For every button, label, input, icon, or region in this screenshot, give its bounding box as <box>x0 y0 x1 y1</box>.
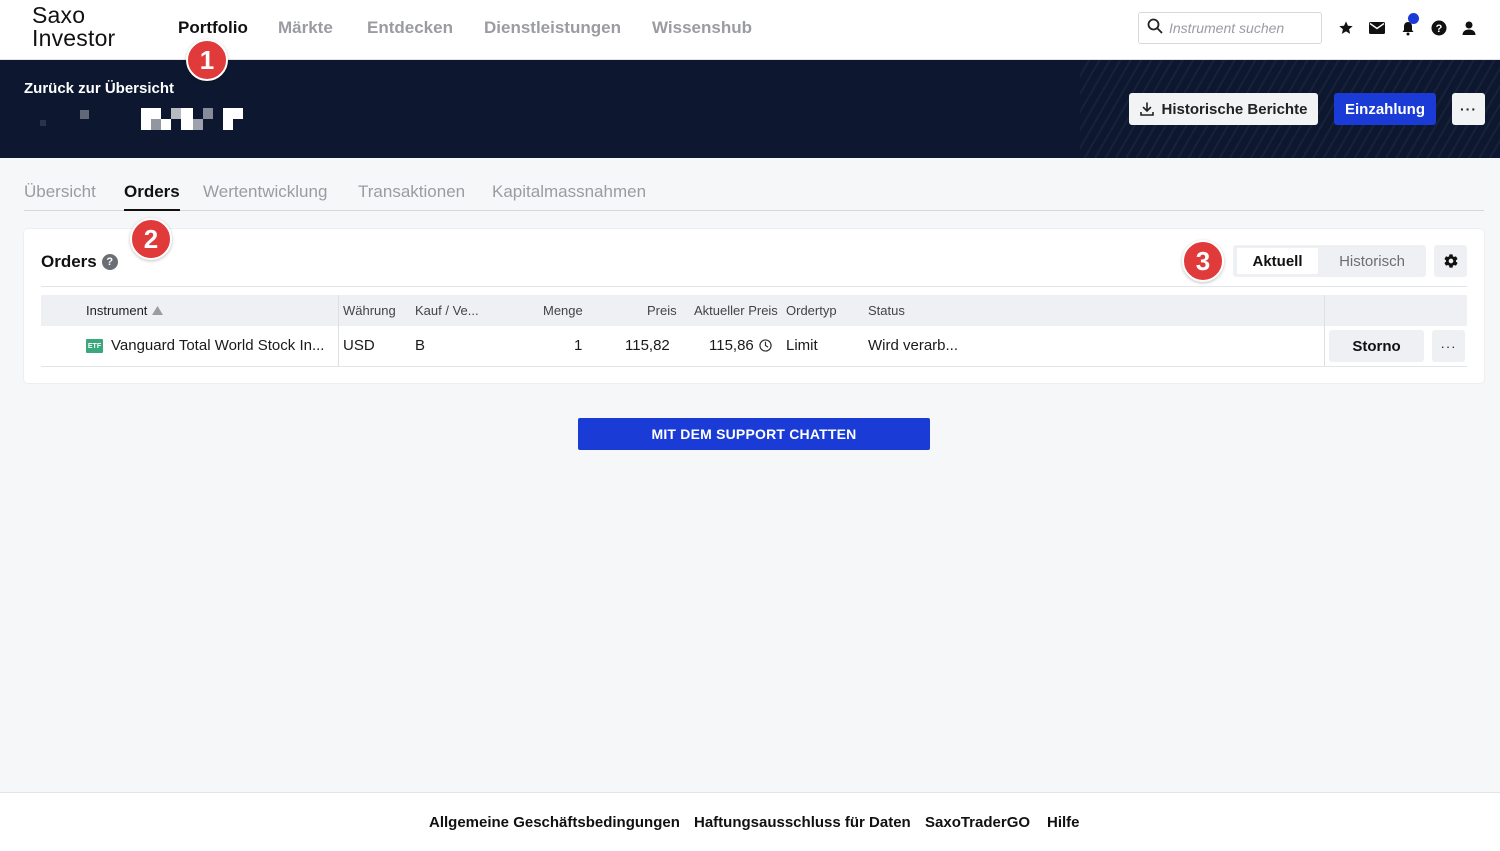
tab-orders[interactable]: Orders <box>124 182 180 211</box>
gear-icon[interactable] <box>1434 245 1467 277</box>
etf-badge-icon: ETF <box>86 339 103 354</box>
col-side[interactable]: Kauf / Ve... <box>415 303 479 318</box>
current-price-value: 115,86 <box>709 337 754 354</box>
notification-icon[interactable] <box>1399 13 1419 37</box>
orders-table-header: Instrument Währung Kauf / Ve... Menge Pr… <box>41 295 1467 367</box>
cell-quantity: 1 <box>574 337 583 354</box>
nav-dienstleistungen[interactable]: Dienstleistungen <box>484 18 621 38</box>
orders-view-toggle: Aktuell Historisch <box>1233 245 1426 277</box>
user-icon[interactable] <box>1460 19 1478 37</box>
cell-current-price: 115,86 <box>709 337 772 354</box>
cell-price: 115,82 <box>625 337 670 354</box>
orders-help-icon[interactable]: ? <box>101 254 118 270</box>
star-icon[interactable] <box>1337 19 1355 37</box>
cell-order-type: Limit <box>786 337 818 354</box>
orders-title-text: Orders <box>41 252 97 271</box>
toggle-aktuell[interactable]: Aktuell <box>1237 248 1318 274</box>
annotation-badge-2: 2 <box>130 218 172 260</box>
table-row[interactable]: ETF Vanguard Total World Stock In... USD … <box>41 326 1467 367</box>
brand-logo[interactable]: Saxo Investor <box>32 4 115 50</box>
tab-uebersicht[interactable]: Übersicht <box>24 182 96 211</box>
instrument-name: Vanguard Total World Stock In... <box>111 337 325 354</box>
col-price[interactable]: Preis <box>647 303 677 318</box>
nav-entdecken[interactable]: Entdecken <box>367 18 453 38</box>
account-header: Zurück zur Übersicht Historische Bericht… <box>0 60 1500 158</box>
clock-icon <box>759 339 772 352</box>
more-options-button[interactable]: ··· <box>1452 93 1485 125</box>
col-status[interactable]: Status <box>868 303 905 318</box>
sort-asc-icon <box>152 306 164 315</box>
nav-maerkte[interactable]: Märkte <box>278 18 333 38</box>
brand-line1: Saxo <box>32 2 86 28</box>
col-current-price[interactable]: Aktueller Preis <box>694 303 778 318</box>
svg-text:?: ? <box>1436 23 1443 35</box>
col-order-type[interactable]: Ordertyp <box>786 303 837 318</box>
cancel-order-button[interactable]: Storno <box>1329 330 1424 362</box>
col-instrument[interactable]: Instrument <box>86 303 164 318</box>
row-more-options-button[interactable]: ··· <box>1432 330 1465 362</box>
tab-wertentwicklung[interactable]: Wertentwicklung <box>203 182 327 211</box>
orders-title: Orders ? <box>41 252 118 272</box>
back-to-overview-link[interactable]: Zurück zur Übersicht <box>24 80 174 97</box>
help-icon[interactable]: ? <box>1430 19 1448 37</box>
annotation-badge-1: 1 <box>186 39 228 81</box>
footer: Allgemeine Geschäftsbedingungen Haftungs… <box>0 792 1500 851</box>
cell-status: Wird verarb... <box>868 337 959 354</box>
historical-reports-label: Historische Berichte <box>1161 100 1308 118</box>
download-icon <box>1139 102 1154 116</box>
cell-currency: USD <box>343 337 375 354</box>
footer-link-hilfe[interactable]: Hilfe <box>1047 814 1080 831</box>
support-chat-button[interactable]: MIT DEM SUPPORT CHATTEN <box>578 418 930 450</box>
footer-link-saxotradergo[interactable]: SaxoTraderGO <box>925 814 1030 831</box>
col-quantity[interactable]: Menge <box>543 303 583 318</box>
nav-wissenshub[interactable]: Wissenshub <box>652 18 752 38</box>
tab-transaktionen[interactable]: Transaktionen <box>358 182 465 211</box>
col-currency[interactable]: Währung <box>343 303 396 318</box>
col-instrument-label: Instrument <box>86 303 148 318</box>
brand-line2: Investor <box>32 25 116 51</box>
historical-reports-button[interactable]: Historische Berichte <box>1129 93 1318 125</box>
account-tabs: Übersicht Orders Wertentwicklung Transak… <box>24 180 1484 211</box>
tab-kapitalmassnahmen[interactable]: Kapitalmassnahmen <box>492 182 646 211</box>
footer-link-haftungsausschluss[interactable]: Haftungsausschluss für Daten <box>694 814 911 831</box>
cell-side: B <box>415 337 426 354</box>
card-divider <box>41 286 1467 287</box>
notification-dot <box>1408 13 1419 24</box>
mail-icon[interactable] <box>1368 19 1386 37</box>
orders-card: Orders ? Aktuell Historisch Instrument W… <box>24 229 1484 383</box>
search-input[interactable] <box>1169 20 1319 36</box>
toggle-historisch[interactable]: Historisch <box>1322 248 1422 274</box>
annotation-badge-3: 3 <box>1182 240 1224 282</box>
instrument-search[interactable] <box>1138 12 1322 44</box>
footer-link-agb[interactable]: Allgemeine Geschäftsbedingungen <box>429 814 680 831</box>
deposit-button[interactable]: Einzahlung <box>1334 93 1436 125</box>
search-icon <box>1147 18 1163 39</box>
nav-portfolio[interactable]: Portfolio <box>178 18 248 38</box>
cell-instrument[interactable]: ETF Vanguard Total World Stock In... <box>86 337 324 354</box>
